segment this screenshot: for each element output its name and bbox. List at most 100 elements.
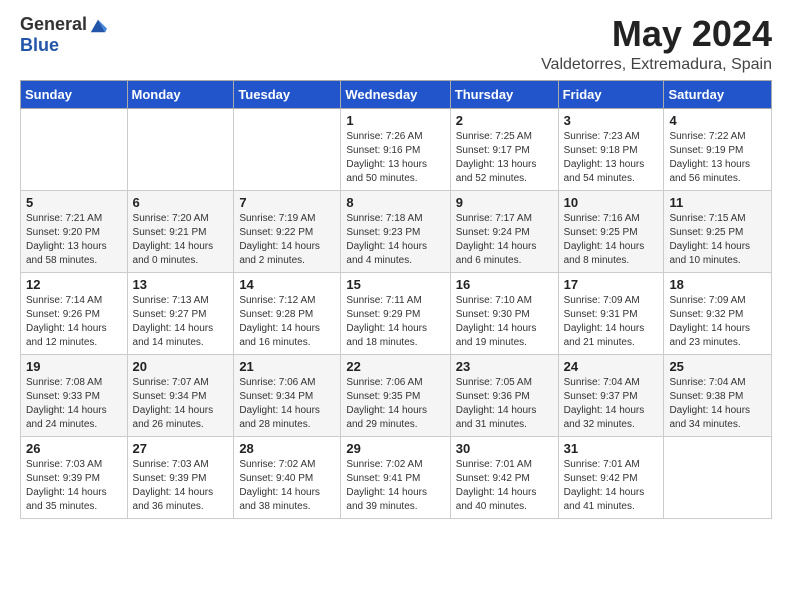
calendar-cell: 17 Sunrise: 7:09 AMSunset: 9:31 PMDayligh… [558, 272, 664, 354]
day-info: Sunrise: 7:23 AMSunset: 9:18 PMDaylight:… [564, 130, 659, 186]
day-info: Sunrise: 7:06 AMSunset: 9:34 PMDaylight:… [239, 376, 335, 432]
calendar-cell: 16Sunrise: 7:10 AMSunset: 9:30 PMDayligh… [450, 272, 558, 354]
day-info: Sunrise: 7:22 AMSunset: 9:19 PMDaylight:… [669, 130, 766, 186]
calendar-cell: 11 Sunrise: 7:15 AMSunset: 9:25 PMDayligh… [664, 190, 772, 272]
col-wednesday: Wednesday [341, 80, 450, 108]
day-info: Sunrise: 7:15 AMSunset: 9:25 PMDaylight:… [669, 212, 766, 268]
day-number: 19 [26, 359, 122, 374]
calendar-cell: 9Sunrise: 7:17 AMSunset: 9:24 PMDaylight… [450, 190, 558, 272]
calendar-cell: 25 Sunrise: 7:04 AMSunset: 9:38 PMDayligh… [664, 354, 772, 436]
day-number: 14 [239, 277, 335, 292]
col-sunday: Sunday [21, 80, 128, 108]
calendar-cell: 19 Sunrise: 7:08 AMSunset: 9:33 PMDayligh… [21, 354, 128, 436]
day-number: 25 [669, 359, 766, 374]
calendar-cell: 26Sunrise: 7:03 AMSunset: 9:39 PMDayligh… [21, 436, 128, 518]
day-info: Sunrise: 7:07 AMSunset: 9:34 PMDaylight:… [133, 376, 229, 432]
day-info: Sunrise: 7:02 AMSunset: 9:41 PMDaylight:… [346, 458, 444, 514]
day-info: Sunrise: 7:04 AMSunset: 9:37 PMDaylight:… [564, 376, 659, 432]
calendar-week-row: 19 Sunrise: 7:08 AMSunset: 9:33 PMDayligh… [21, 354, 772, 436]
calendar-week-row: 12Sunrise: 7:14 AMSunset: 9:26 PMDayligh… [21, 272, 772, 354]
calendar-cell: 8 Sunrise: 7:18 AMSunset: 9:23 PMDaylight… [341, 190, 450, 272]
col-tuesday: Tuesday [234, 80, 341, 108]
calendar-header-row: Sunday Monday Tuesday Wednesday Thursday… [21, 80, 772, 108]
day-number: 8 [346, 195, 444, 210]
day-number: 18 [669, 277, 766, 292]
day-number: 17 [564, 277, 659, 292]
day-info: Sunrise: 7:12 AMSunset: 9:28 PMDaylight:… [239, 294, 335, 350]
day-info: Sunrise: 7:09 AMSunset: 9:31 PMDaylight:… [564, 294, 659, 350]
logo: General Blue [20, 14, 107, 56]
col-saturday: Saturday [664, 80, 772, 108]
calendar-cell: 12Sunrise: 7:14 AMSunset: 9:26 PMDayligh… [21, 272, 128, 354]
day-info: Sunrise: 7:06 AMSunset: 9:35 PMDaylight:… [346, 376, 444, 432]
day-number: 2 [456, 113, 553, 128]
day-info: Sunrise: 7:16 AMSunset: 9:25 PMDaylight:… [564, 212, 659, 268]
calendar-week-row: 1Sunrise: 7:26 AMSunset: 9:16 PMDaylight… [21, 108, 772, 190]
day-info: Sunrise: 7:25 AMSunset: 9:17 PMDaylight:… [456, 130, 553, 186]
day-number: 30 [456, 441, 553, 456]
calendar-cell: 15 Sunrise: 7:11 AMSunset: 9:29 PMDayligh… [341, 272, 450, 354]
calendar-cell: 27 Sunrise: 7:03 AMSunset: 9:39 PMDayligh… [127, 436, 234, 518]
day-info: Sunrise: 7:18 AMSunset: 9:23 PMDaylight:… [346, 212, 444, 268]
calendar-wrapper: Sunday Monday Tuesday Wednesday Thursday… [0, 80, 792, 529]
calendar-cell [234, 108, 341, 190]
day-number: 31 [564, 441, 659, 456]
day-info: Sunrise: 7:05 AMSunset: 9:36 PMDaylight:… [456, 376, 553, 432]
calendar-cell: 10 Sunrise: 7:16 AMSunset: 9:25 PMDayligh… [558, 190, 664, 272]
day-number: 21 [239, 359, 335, 374]
calendar-cell: 24 Sunrise: 7:04 AMSunset: 9:37 PMDayligh… [558, 354, 664, 436]
logo-blue-text: Blue [20, 35, 59, 56]
day-info: Sunrise: 7:17 AMSunset: 9:24 PMDaylight:… [456, 212, 553, 268]
day-number: 5 [26, 195, 122, 210]
month-title: May 2024 [541, 14, 772, 54]
calendar-cell: 14 Sunrise: 7:12 AMSunset: 9:28 PMDayligh… [234, 272, 341, 354]
day-number: 4 [669, 113, 766, 128]
calendar-cell: 7Sunrise: 7:19 AMSunset: 9:22 PMDaylight… [234, 190, 341, 272]
day-info: Sunrise: 7:03 AMSunset: 9:39 PMDaylight:… [133, 458, 229, 514]
day-info: Sunrise: 7:04 AMSunset: 9:38 PMDaylight:… [669, 376, 766, 432]
calendar-cell: 30Sunrise: 7:01 AMSunset: 9:42 PMDayligh… [450, 436, 558, 518]
day-info: Sunrise: 7:14 AMSunset: 9:26 PMDaylight:… [26, 294, 122, 350]
day-number: 22 [346, 359, 444, 374]
col-thursday: Thursday [450, 80, 558, 108]
day-info: Sunrise: 7:26 AMSunset: 9:16 PMDaylight:… [346, 130, 444, 186]
day-number: 27 [133, 441, 229, 456]
calendar-cell: 22 Sunrise: 7:06 AMSunset: 9:35 PMDayligh… [341, 354, 450, 436]
calendar-cell: 1Sunrise: 7:26 AMSunset: 9:16 PMDaylight… [341, 108, 450, 190]
calendar-cell [21, 108, 128, 190]
day-number: 24 [564, 359, 659, 374]
calendar-cell: 3Sunrise: 7:23 AMSunset: 9:18 PMDaylight… [558, 108, 664, 190]
calendar-cell [664, 436, 772, 518]
calendar-cell: 5 Sunrise: 7:21 AMSunset: 9:20 PMDaylight… [21, 190, 128, 272]
day-number: 10 [564, 195, 659, 210]
day-info: Sunrise: 7:03 AMSunset: 9:39 PMDaylight:… [26, 458, 122, 514]
calendar-cell: 2 Sunrise: 7:25 AMSunset: 9:17 PMDaylight… [450, 108, 558, 190]
day-info: Sunrise: 7:13 AMSunset: 9:27 PMDaylight:… [133, 294, 229, 350]
calendar-table: Sunday Monday Tuesday Wednesday Thursday… [20, 80, 772, 519]
calendar-cell: 29 Sunrise: 7:02 AMSunset: 9:41 PMDayligh… [341, 436, 450, 518]
day-number: 16 [456, 277, 553, 292]
day-number: 23 [456, 359, 553, 374]
day-number: 13 [133, 277, 229, 292]
day-info: Sunrise: 7:08 AMSunset: 9:33 PMDaylight:… [26, 376, 122, 432]
day-number: 6 [133, 195, 229, 210]
col-friday: Friday [558, 80, 664, 108]
calendar-cell: 4 Sunrise: 7:22 AMSunset: 9:19 PMDaylight… [664, 108, 772, 190]
location-title: Valdetorres, Extremadura, Spain [541, 56, 772, 74]
calendar-body: 1Sunrise: 7:26 AMSunset: 9:16 PMDaylight… [21, 108, 772, 518]
day-number: 15 [346, 277, 444, 292]
calendar-week-row: 26Sunrise: 7:03 AMSunset: 9:39 PMDayligh… [21, 436, 772, 518]
calendar-cell: 23 Sunrise: 7:05 AMSunset: 9:36 PMDayligh… [450, 354, 558, 436]
day-info: Sunrise: 7:11 AMSunset: 9:29 PMDaylight:… [346, 294, 444, 350]
day-number: 29 [346, 441, 444, 456]
day-number: 7 [239, 195, 335, 210]
day-info: Sunrise: 7:20 AMSunset: 9:21 PMDaylight:… [133, 212, 229, 268]
calendar-cell: 20 Sunrise: 7:07 AMSunset: 9:34 PMDayligh… [127, 354, 234, 436]
day-info: Sunrise: 7:01 AMSunset: 9:42 PMDaylight:… [564, 458, 659, 514]
day-number: 28 [239, 441, 335, 456]
day-info: Sunrise: 7:21 AMSunset: 9:20 PMDaylight:… [26, 212, 122, 268]
day-info: Sunrise: 7:02 AMSunset: 9:40 PMDaylight:… [239, 458, 335, 514]
day-number: 11 [669, 195, 766, 210]
day-number: 20 [133, 359, 229, 374]
calendar-cell: 31 Sunrise: 7:01 AMSunset: 9:42 PMDayligh… [558, 436, 664, 518]
